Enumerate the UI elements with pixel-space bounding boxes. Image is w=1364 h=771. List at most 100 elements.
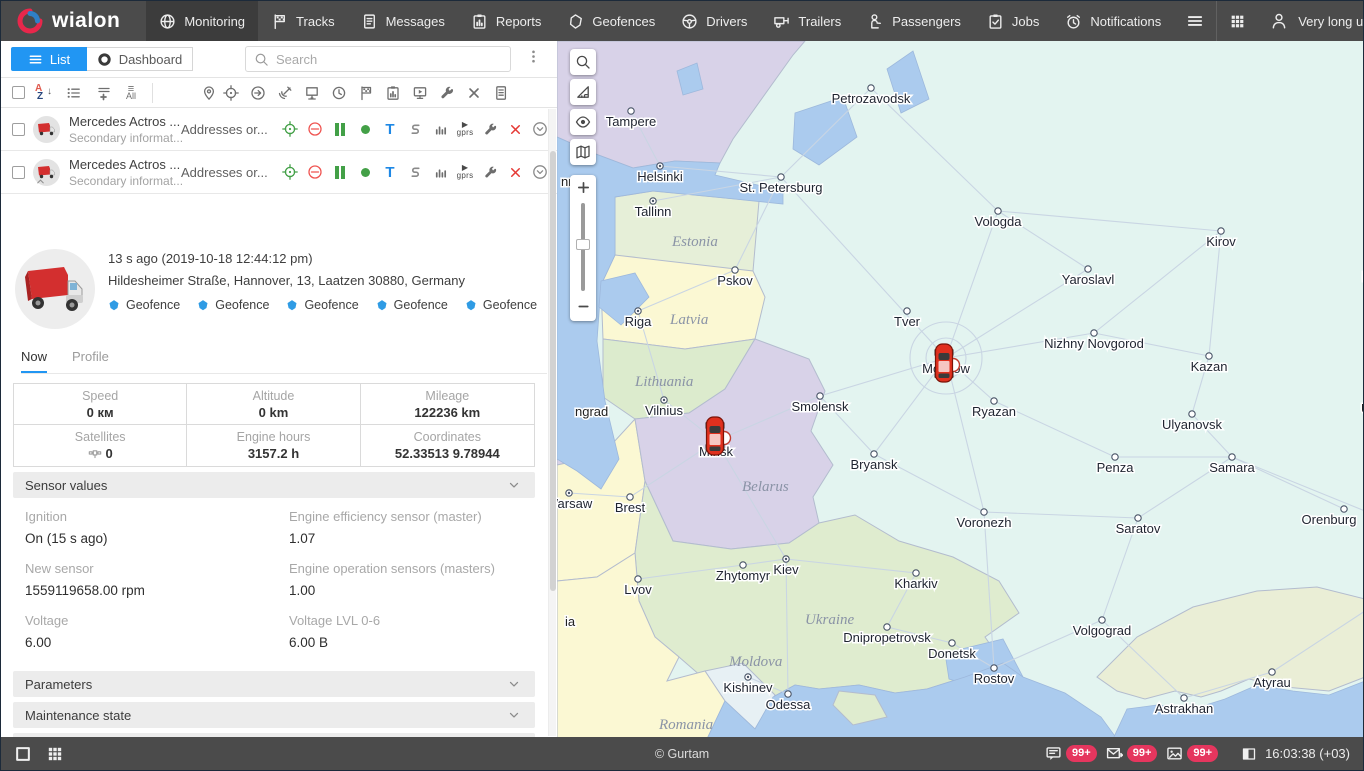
target-icon[interactable]: [223, 85, 239, 101]
x-red-icon[interactable]: [506, 165, 524, 180]
user-icon[interactable]: [1258, 1, 1290, 41]
list-add-icon[interactable]: [96, 85, 112, 101]
chevron-circle-down-icon[interactable]: [531, 164, 549, 180]
nav-item-reports[interactable]: Reports: [458, 1, 555, 41]
s-route-icon[interactable]: [406, 122, 424, 137]
geofence-chip[interactable]: Geofence: [108, 298, 180, 312]
plus-icon[interactable]: [576, 180, 591, 195]
section-parameters[interactable]: Parameters: [13, 671, 535, 697]
bars-icon[interactable]: [431, 122, 449, 137]
map-ruler-icon[interactable]: [570, 79, 596, 105]
layers-icon[interactable]: [575, 144, 591, 160]
clock-icon[interactable]: [331, 85, 347, 101]
section-maintenance[interactable]: Maintenance state: [13, 702, 535, 728]
username[interactable]: Very long username: [1298, 14, 1364, 29]
monitor-play-icon[interactable]: [412, 85, 428, 101]
minus-icon[interactable]: [576, 299, 591, 314]
unit-row[interactable]: Mercedes Actros ...Secondary informat...…: [1, 151, 557, 194]
nav-item-monitoring[interactable]: Monitoring: [146, 1, 258, 41]
unit-icon[interactable]: [33, 116, 60, 143]
unit-avatar[interactable]: [15, 249, 95, 329]
wrench-icon[interactable]: [439, 85, 455, 101]
nav-item-trailers[interactable]: Trailers: [760, 1, 854, 41]
log-columns-icon[interactable]: [1241, 746, 1257, 762]
mail-send-notification[interactable]: 99+: [1106, 745, 1158, 762]
close-x-icon[interactable]: [466, 85, 482, 101]
magnifier-icon[interactable]: [575, 54, 591, 70]
map-search-icon[interactable]: [570, 49, 596, 75]
map-visibility-eye-icon[interactable]: [570, 109, 596, 135]
mail-send-icon[interactable]: [1106, 745, 1123, 762]
list-view-button[interactable]: List: [11, 47, 87, 71]
letter-t-icon[interactable]: T: [381, 121, 399, 138]
sort-az-icon[interactable]: AZ↓: [35, 85, 52, 101]
note-icon[interactable]: [493, 85, 509, 101]
unit-checkbox[interactable]: [12, 166, 25, 179]
letter-t-icon[interactable]: T: [381, 164, 399, 181]
gprs-icon[interactable]: ▶gprs: [456, 164, 474, 180]
apps-grid-icon[interactable]: [1229, 13, 1246, 30]
select-all-checkbox[interactable]: [12, 86, 25, 99]
map-layers-icon[interactable]: [570, 139, 596, 165]
geofence-chip[interactable]: Geofence: [376, 298, 448, 312]
dot-green-icon[interactable]: [356, 168, 374, 177]
gprs-icon[interactable]: ▶gprs: [456, 121, 474, 137]
map[interactable]: EstoniaLatviaLithuaniaBelarusUkraineMold…: [557, 41, 1363, 737]
tab-now[interactable]: Now: [21, 349, 47, 373]
geofence-chip[interactable]: Geofence: [197, 298, 269, 312]
columns-icon[interactable]: [1241, 746, 1257, 762]
list-icon-icon[interactable]: [66, 85, 82, 101]
zoom-slider-handle[interactable]: [576, 239, 590, 250]
chat-notification[interactable]: 99+: [1045, 745, 1097, 762]
menu-collapse-icon[interactable]: [1174, 1, 1216, 41]
unit-name[interactable]: Mercedes Actros ...: [69, 114, 181, 129]
list-all-icon[interactable]: ≡All: [126, 86, 136, 100]
x-red-icon[interactable]: [506, 122, 524, 137]
chevron-circle-down-icon[interactable]: [531, 121, 549, 137]
wialon-logo[interactable]: wialon: [1, 1, 146, 41]
dot-green-icon[interactable]: [356, 125, 374, 134]
wrench-icon[interactable]: [481, 122, 499, 137]
user-icon[interactable]: [1270, 12, 1288, 30]
apps-grid-icon[interactable]: [1217, 1, 1258, 41]
unit-name[interactable]: Mercedes Actros ...: [69, 157, 181, 172]
wrench-icon[interactable]: [481, 165, 499, 180]
location-pin-icon[interactable]: [201, 85, 217, 101]
bars-icon[interactable]: [431, 165, 449, 180]
hamburger-icon[interactable]: [1186, 12, 1204, 30]
satellite-dish-icon[interactable]: [277, 85, 293, 101]
ruler-icon[interactable]: [575, 84, 591, 100]
nav-item-drivers[interactable]: Drivers: [668, 1, 760, 41]
chat-icon[interactable]: [1045, 745, 1062, 762]
kebab-icon[interactable]: [526, 49, 541, 64]
photo-notification[interactable]: 99+: [1166, 745, 1218, 762]
zoom-out-icon[interactable]: [576, 299, 591, 314]
eye-icon[interactable]: [575, 114, 591, 130]
tab-profile[interactable]: Profile: [72, 349, 109, 373]
target-green-icon[interactable]: [281, 121, 299, 137]
pin-icon[interactable]: [201, 85, 217, 101]
block-red-icon[interactable]: [306, 164, 324, 180]
collapse-chevron-icon[interactable]: [35, 174, 46, 192]
s-route-icon[interactable]: [406, 165, 424, 180]
arrow-circle-icon[interactable]: [250, 85, 266, 101]
geofence-chip[interactable]: Geofence: [465, 298, 537, 312]
window-frame-icon[interactable]: [14, 745, 32, 763]
photo-icon[interactable]: [1166, 745, 1183, 762]
nav-item-passengers[interactable]: Passengers: [854, 1, 974, 41]
section-sensor-values[interactable]: Sensor values: [13, 472, 535, 498]
nav-item-jobs[interactable]: Jobs: [974, 1, 1052, 41]
pause-green-icon[interactable]: [331, 166, 349, 179]
block-red-icon[interactable]: [306, 121, 324, 137]
nav-item-messages[interactable]: Messages: [348, 1, 458, 41]
panel-kebab-icon[interactable]: [520, 47, 547, 71]
monitor-node-icon[interactable]: [304, 85, 320, 101]
flag-checkered-icon[interactable]: [358, 85, 374, 101]
search-input[interactable]: [276, 52, 502, 67]
zoom-in-icon[interactable]: [576, 180, 591, 195]
nav-item-geofences[interactable]: Geofences: [554, 1, 668, 41]
zoom-slider[interactable]: [581, 203, 585, 291]
geofence-chip[interactable]: Geofence: [286, 298, 358, 312]
target-green-icon[interactable]: [281, 164, 299, 180]
nav-item-tracks[interactable]: Tracks: [258, 1, 348, 41]
